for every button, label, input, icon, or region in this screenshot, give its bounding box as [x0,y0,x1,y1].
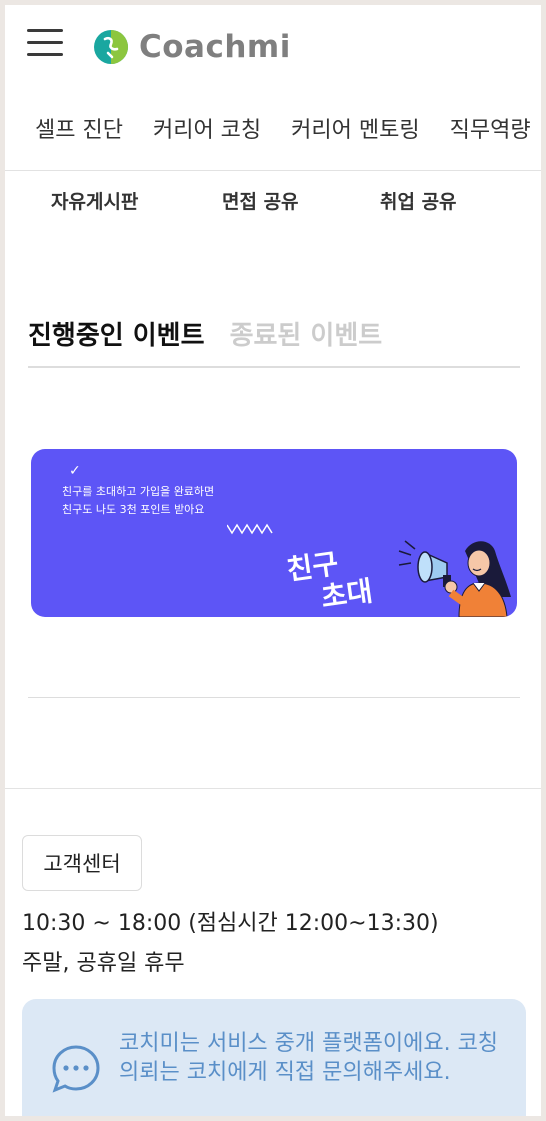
logo-text: Coachmi [139,29,291,65]
main-nav-item-career-mentoring[interactable]: 커리어 멘토링 [291,101,419,161]
logo[interactable]: Coachmi [93,27,291,67]
main-nav: 셀프 진단 커리어 코칭 커리어 멘토링 직무역량 [5,101,541,171]
main-nav-item-career-coaching[interactable]: 커리어 코칭 [153,101,261,161]
sub-nav-item-interview-share[interactable]: 면접 공유 [222,187,299,214]
banner-line2: 친구도 나도 3천 포인트 받아요 [62,503,205,516]
customer-center-button[interactable]: 고객센터 [22,835,142,891]
event-tabs: 진행중인 이벤트 종료된 이벤트 [28,315,520,368]
coachmi-logo-icon [94,30,128,64]
sub-nav-item-free-board[interactable]: 자유게시판 [51,187,138,214]
page-frame: Coachmi 셀프 진단 커리어 코칭 커리어 멘토링 직무역량 자유게시판 면접 … [5,5,541,1116]
sub-nav: 자유게시판 면접 공유 취업 공유 [5,187,541,227]
banner-title: 친구 초대 [285,544,375,617]
check-icon: ✓ [69,463,81,479]
banner-line1: 친구를 초대하고 가입을 완료하면 [62,485,215,498]
main-nav-item-job-skills[interactable]: 직무역량 [450,101,531,161]
platform-notice: 코치미는 서비스 중개 플랫폼이에요. 코칭의뢰는 코치에게 직접 문의해주세요… [22,999,526,1116]
main-nav-item-self-diagnosis[interactable]: 셀프 진단 [35,101,123,161]
hamburger-menu-icon[interactable] [27,29,63,59]
footer-divider [5,788,541,789]
business-hours: 10:30 ~ 18:00 (점심시간 12:00~13:30) [22,911,439,936]
header: Coachmi [5,5,541,91]
chat-bubble-icon [52,1045,100,1093]
banner-title-line2: 초대 [318,574,375,615]
notice-text: 코치미는 서비스 중개 플랫폼이에요. 코칭의뢰는 코치에게 직접 문의해주세요… [119,1031,499,1085]
tab-ongoing-events[interactable]: 진행중인 이벤트 [28,315,205,352]
tab-ended-events[interactable]: 종료된 이벤트 [230,315,383,352]
zigzag-decoration-icon [227,523,273,535]
holiday-notice: 주말, 공휴일 휴무 [22,951,185,976]
woman-megaphone-icon [398,540,511,617]
divider [28,697,520,698]
invite-friend-banner[interactable]: ✓ 친구를 초대하고 가입을 완료하면 친구도 나도 3천 포인트 받아요 친구… [31,449,517,617]
sub-nav-item-job-share[interactable]: 취업 공유 [380,187,457,214]
